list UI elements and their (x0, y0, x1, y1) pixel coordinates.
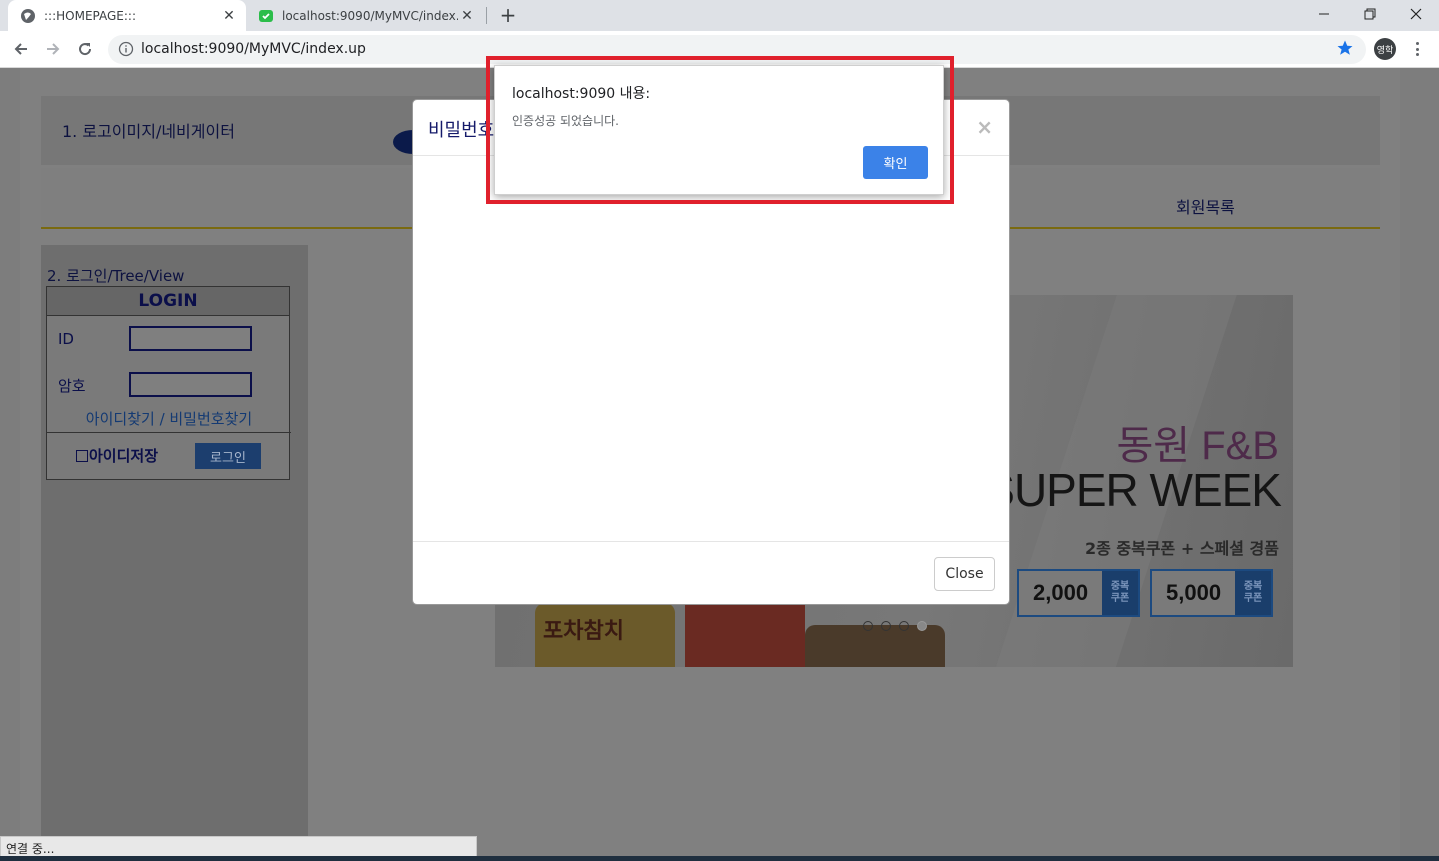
coupon-amount: 2,000 (1033, 580, 1089, 605)
checkbox-icon[interactable] (76, 449, 88, 462)
id-input[interactable] (129, 326, 252, 351)
carousel-dot[interactable] (881, 621, 891, 631)
banner-subtitle: 2종 중복쿠폰 + 스페셜 경품 (1084, 539, 1279, 558)
modal-title: 비밀번호 (428, 120, 495, 141)
profile-avatar[interactable]: 영학 (1374, 38, 1396, 60)
carousel-indicators (863, 621, 927, 631)
forward-button[interactable] (40, 36, 66, 62)
coupon-amount: 5,000 (1166, 580, 1222, 605)
save-id-label: 아이디저장 (89, 447, 159, 465)
login-box: LOGIN ID 암호 아이디찾기 / 비밀번호찾기 아이디저장 로그인 (46, 286, 291, 480)
minimize-button[interactable] (1301, 0, 1347, 28)
globe-icon (20, 8, 36, 24)
find-id-password-link[interactable]: 아이디찾기 / 비밀번호찾기 (47, 408, 291, 429)
info-icon[interactable] (118, 41, 134, 57)
save-id-checkbox[interactable]: 아이디저장 (76, 445, 158, 466)
modal-footer: Close (413, 541, 1009, 604)
back-button[interactable] (8, 36, 34, 62)
carousel-dot[interactable] (863, 621, 873, 631)
carousel-dot-active[interactable] (917, 621, 927, 631)
coupon-tag: 중복 쿠폰 (1102, 571, 1139, 615)
password-label: 암호 (58, 377, 86, 395)
highlight-box (486, 56, 954, 204)
tab-index[interactable]: localhost:9090/MyMVC/index.up ✕ (246, 0, 484, 31)
login-button[interactable]: 로그인 (195, 443, 261, 469)
close-window-button[interactable] (1393, 0, 1439, 28)
tab-title: :::HOMEPAGE::: (44, 8, 137, 23)
header-label: 1. 로고이미지/네비게이터 (62, 122, 235, 141)
banner-headline: SUPER WEEK (984, 464, 1282, 516)
new-tab-button[interactable]: + (496, 3, 520, 27)
tab-title: localhost:9090/MyMVC/index.up (282, 8, 458, 23)
browser-menu-icon[interactable] (1409, 39, 1425, 59)
nav-member-list[interactable]: 회원목록 (1176, 194, 1235, 218)
login-title: LOGIN (47, 287, 289, 316)
meat-can (805, 625, 945, 667)
id-label: ID (58, 330, 74, 348)
close-icon[interactable]: × (976, 115, 993, 139)
coupon-2000: 2,000 중복 쿠폰 (1017, 569, 1141, 617)
coupon-5000: 5,000 중복 쿠폰 (1150, 569, 1274, 617)
tab-homepage[interactable]: :::HOMEPAGE::: ✕ (8, 0, 246, 31)
ham-can (685, 595, 805, 667)
url-text: localhost:9090/MyMVC/index.up (141, 41, 366, 57)
close-tab-icon[interactable]: ✕ (458, 7, 476, 25)
login-actions: 아이디저장 로그인 (47, 432, 291, 480)
app-favicon (258, 8, 274, 24)
product-label: 포차참치 (543, 619, 624, 644)
tab-bar: :::HOMEPAGE::: ✕ localhost:9090/MyMVC/in… (0, 0, 1439, 31)
tab-separator (486, 7, 487, 24)
reload-button[interactable] (72, 36, 98, 62)
close-tab-icon[interactable]: ✕ (220, 7, 238, 25)
restore-button[interactable] (1347, 0, 1393, 28)
password-input[interactable] (129, 372, 252, 397)
coupon-tag: 중복 쿠폰 (1235, 571, 1272, 615)
sidebar-label: 2. 로그인/Tree/View (47, 267, 185, 285)
carousel-dot[interactable] (899, 621, 909, 631)
close-button[interactable]: Close (934, 557, 995, 591)
taskbar-edge (0, 856, 1439, 861)
bookmark-star-icon[interactable] (1336, 39, 1354, 57)
